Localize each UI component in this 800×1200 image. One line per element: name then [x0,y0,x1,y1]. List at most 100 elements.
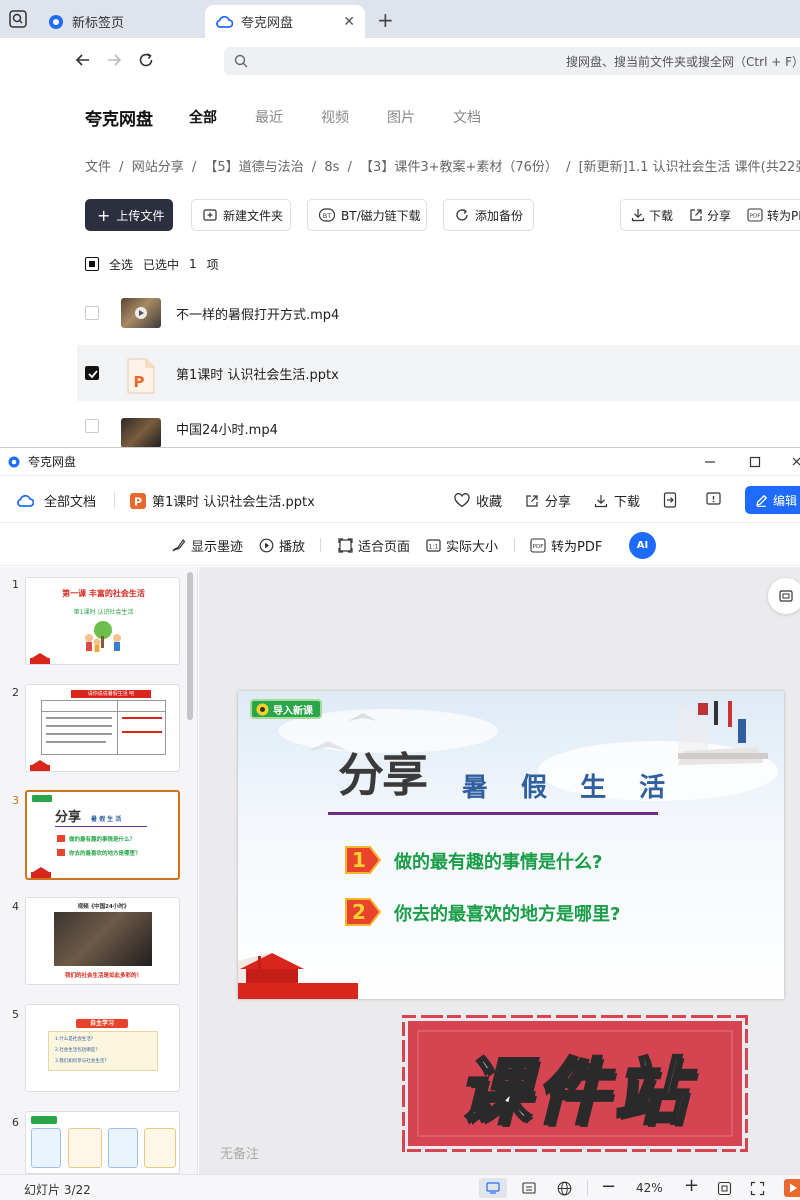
thumb-subtitle: 第1课时 认识社会生活 [73,609,134,616]
maximize-icon[interactable] [749,448,761,476]
breadcrumb-item[interactable]: 【3】课件3+教案+素材（76份） [360,160,558,175]
pan-logo: 夸克网盘 [85,109,153,130]
thumb-title: 分享 [55,810,82,825]
play-button[interactable]: 播放 [259,536,305,555]
tab-document[interactable]: 文档 [453,107,481,127]
slide-thumbnail-4[interactable]: 视频《中国24小时》 我们的社会生活是如此多彩的！ [25,897,180,985]
select-bar: 全选 已选中 1 项 [85,254,219,274]
add-backup-button[interactable]: 添加备份 [443,199,534,231]
breadcrumb-item[interactable]: 网站分享 [132,160,184,175]
new-tab-plus-icon[interactable]: + [377,8,394,32]
breadcrumb-item[interactable]: 【5】道德与法治 [204,160,303,175]
file-checkbox[interactable] [85,306,99,320]
reload-icon[interactable] [137,51,155,69]
address-bar[interactable]: 搜网盘、搜当前文件夹或搜全网（Ctrl + F） [224,47,800,75]
edit-button[interactable]: 编辑 [745,486,800,514]
file-checkbox-checked[interactable] [85,366,99,380]
actual-size-button[interactable]: 1:1 实际大小 [426,536,498,555]
to-pdf-button[interactable]: PDF 转为PDF [747,207,800,224]
thumb-panel [144,1128,176,1168]
slide-thumbnail-1[interactable]: 第一课 丰富的社会生活 第1课时 认识社会生活 [25,577,180,665]
question-1: 做的最有趣的事情是什么? [394,852,603,873]
tiananmen-icon [31,866,51,878]
tab-recent[interactable]: 最近 [255,107,283,127]
forward-arrow-icon[interactable] [105,51,123,69]
bt-download-button[interactable]: BT BT/磁力链下载 [307,199,427,231]
show-ink-button[interactable]: 显示墨迹 [171,536,243,555]
breadcrumb-current: [新更新]1.1 认识社会生活 课件(共22张PPT) [578,160,800,175]
select-all-label[interactable]: 全选 [109,256,133,273]
watermark-stamp: 课件站 [402,1015,748,1152]
share-button[interactable]: 分享 [689,207,731,224]
thumb-line: 3.我们如何参与社会生活？ [55,1059,109,1064]
close-window-icon[interactable] [792,448,800,476]
children-illustration-icon [81,620,125,654]
heart-icon [454,493,470,508]
thumb-number: 5 [12,1008,19,1021]
download-icon [594,494,608,508]
breadcrumb-item[interactable]: 8s [324,160,339,175]
download-label: 下载 [614,495,641,510]
pdf-icon: PDF [747,208,763,222]
thumb-table [41,700,166,755]
thumb-q2: 你去的最喜欢的地方是哪里？ [69,851,141,857]
slide-thumbnail-3-current[interactable]: 分享 暑 假 生 活 做的最有趣的事情是什么？ 你去的最喜欢的地方是哪里？ [25,790,180,880]
close-tab-icon[interactable]: ✕ [343,14,355,30]
fit-window-icon[interactable] [717,1181,732,1196]
file-row-selected[interactable]: P 第1课时 认识社会生活.pptx [77,345,800,401]
arrow-number: 2 [352,900,366,924]
tiananmen-icon [30,759,50,771]
all-docs-button[interactable]: 全部文档 [16,491,96,510]
new-folder-button[interactable]: 新建文件夹 [191,199,291,231]
divider [114,492,115,508]
normal-view-button[interactable] [479,1178,507,1198]
favorite-button[interactable]: 收藏 [454,491,502,510]
ai-assistant-button[interactable]: AI [629,532,656,559]
slide-thumbnail-5[interactable]: 自主学习 1.什么是社会生活？ 2.社会生活包括哪些？ 3.我们如何参与社会生活… [25,1004,180,1092]
back-arrow-icon[interactable] [74,51,92,69]
minimize-icon[interactable] [704,448,716,476]
file-row[interactable]: 中国24小时.mp4 [77,405,800,447]
tab-video[interactable]: 视频 [321,107,349,127]
thumb-header: 请你说说暑假生活 吧 [87,691,135,697]
select-all-checkbox[interactable] [85,257,99,271]
tab-image[interactable]: 图片 [387,107,415,127]
share-label: 分享 [545,495,572,510]
file-checkbox[interactable] [85,419,99,433]
eye-icon [256,703,269,716]
zoom-out-icon[interactable]: − [601,1176,616,1197]
tab-search-icon[interactable] [8,9,28,29]
feedback-icon[interactable] [706,492,721,507]
to-pdf-button[interactable]: PDF 转为PDF [530,536,602,555]
tab-quark-pan[interactable]: 夸克网盘 ✕ [205,5,365,38]
upload-button[interactable]: + 上传文件 [85,199,173,231]
slide-sorter-icon[interactable] [522,1181,536,1195]
breadcrumb-item[interactable]: 文件 [85,160,111,175]
tab-all[interactable]: 全部 [189,107,217,127]
video-thumbnail-icon [121,298,161,328]
fullscreen-icon[interactable] [750,1181,765,1196]
thumb-q1: 做的最有趣的事情是什么？ [69,837,136,843]
fit-page-button[interactable]: 适合页面 [338,536,410,555]
play-slideshow-icon[interactable] [784,1179,800,1197]
zoom-in-icon[interactable]: + [684,1175,699,1196]
tab-new-tab[interactable]: 新标签页 [38,5,203,38]
thumb-line: 2.社会生活包括哪些？ [55,1048,100,1053]
download-button[interactable]: 下载 [631,207,673,224]
sidebar-scrollbar[interactable] [187,572,193,720]
file-name: 中国24小时.mp4 [176,423,278,438]
globe-icon[interactable] [557,1181,572,1196]
slide-thumbnail-2[interactable]: 请你说说暑假生活 吧 [25,684,180,772]
export-icon[interactable] [663,492,677,508]
download-button[interactable]: 下载 [594,491,640,510]
selected-count: 1 [189,257,197,271]
share-button[interactable]: 分享 [525,491,571,510]
pptx-icon: P [130,492,146,509]
thumb-title: 自主学习 [89,1020,114,1027]
file-row[interactable]: 不一样的暑假打开方式.mp4 [77,285,800,341]
share-label: 分享 [707,208,732,223]
breadcrumb: 文件 / 网站分享 / 【5】道德与法治 / 8s / 【3】课件3+教案+素材… [85,156,800,178]
floating-tool-button[interactable] [768,578,800,614]
thumb-panel [68,1128,102,1168]
slide-thumbnail-6[interactable] [25,1111,180,1174]
